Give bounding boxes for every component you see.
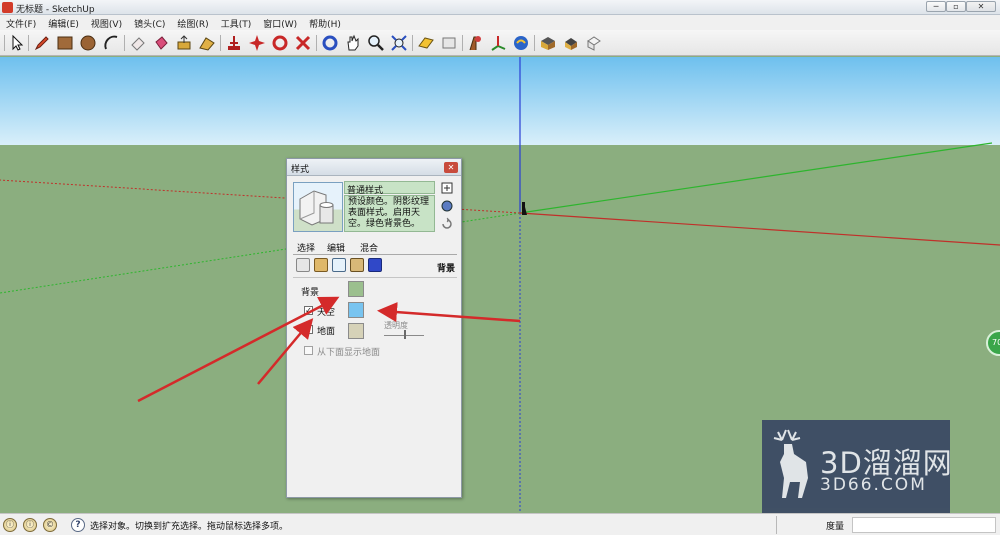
menu-camera[interactable]: 镜头(C) — [128, 15, 171, 30]
update-style-icon[interactable] — [440, 200, 454, 213]
refresh-icon[interactable] — [440, 217, 454, 230]
sky-checkbox[interactable]: ✓ — [304, 306, 313, 315]
sky-color-swatch[interactable] — [348, 302, 364, 318]
circle-icon[interactable] — [79, 34, 97, 52]
tab-bar-divider — [293, 254, 457, 255]
select-icon[interactable] — [8, 34, 26, 52]
text-icon[interactable] — [466, 34, 484, 52]
tab-select[interactable]: 选择 — [297, 241, 315, 254]
deer-icon — [773, 429, 808, 498]
menu-edit[interactable]: 编辑(E) — [42, 15, 85, 30]
styles-dialog: 样式 ✕ 普通样式 预设颜色。阴影纹理表面样式。启用天空。绿色背景色。 选择 编… — [286, 158, 462, 498]
title-bar: 无标题 - SketchUp ─ ▫ ✕ — [0, 0, 1000, 15]
offset-icon[interactable] — [294, 34, 312, 52]
close-button[interactable]: ✕ — [966, 1, 996, 12]
main-toolbar — [0, 30, 1000, 56]
orbit-icon[interactable] — [321, 34, 339, 52]
pencil-icon[interactable] — [33, 34, 51, 52]
green-axis-line — [519, 142, 993, 214]
follow-me-icon[interactable] — [198, 34, 216, 52]
status-bar: ⓘ ⓘ © ? 选择对象。切换到扩充选择。拖动鼠标选择多项。 度量 — [0, 513, 1000, 535]
styles-dialog-title: 样式 — [291, 165, 310, 175]
zoom-icon[interactable] — [367, 34, 385, 52]
style-description-field[interactable]: 预设颜色。阴影纹理表面样式。启用天空。绿色背景色。 — [344, 195, 435, 232]
style-name-field[interactable]: 普通样式 — [344, 181, 435, 196]
edge-settings-icon[interactable] — [296, 258, 310, 272]
menu-tools[interactable]: 工具(T) — [215, 15, 258, 30]
create-style-icon[interactable] — [440, 181, 454, 194]
section-divider — [293, 277, 457, 278]
menu-file[interactable]: 文件(F) — [0, 15, 42, 30]
rectangle-icon[interactable] — [56, 34, 74, 52]
menu-bar: 文件(F) 编辑(E) 视图(V) 镜头(C) 绘图(R) 工具(T) 窗口(W… — [0, 15, 1000, 30]
measurements-input[interactable] — [852, 517, 996, 533]
walk-icon[interactable] — [539, 34, 557, 52]
sky-label: 天空 — [317, 308, 336, 318]
position-camera-icon[interactable] — [512, 34, 530, 52]
watermark-logo: 3D溜溜网 3D66.COM — [762, 420, 952, 515]
menu-draw[interactable]: 绘图(R) — [171, 15, 214, 30]
measure-tape-icon[interactable] — [440, 34, 458, 52]
measurements-label: 度量 — [826, 522, 845, 532]
ground-label: 地面 — [317, 327, 336, 337]
ground-color-swatch[interactable] — [348, 323, 364, 339]
menu-window[interactable]: 窗口(W) — [257, 15, 303, 30]
geo-location-icon[interactable]: ⓘ — [3, 518, 17, 532]
tab-edit[interactable]: 编辑 — [327, 241, 345, 254]
eraser-icon[interactable] — [129, 34, 147, 52]
show-ground-below-checkbox[interactable] — [304, 346, 313, 355]
window-title: 无标题 - SketchUp — [16, 5, 95, 15]
background-label: 背景 — [301, 288, 320, 298]
background-settings-icon[interactable] — [332, 258, 346, 272]
styles-dialog-titlebar[interactable]: 样式 ✕ — [287, 159, 461, 176]
help-icon[interactable]: ? — [71, 518, 85, 532]
pan-icon[interactable] — [344, 34, 362, 52]
scale-icon[interactable] — [271, 34, 289, 52]
rotate-icon[interactable] — [248, 34, 266, 52]
arc-icon[interactable] — [102, 34, 120, 52]
axes-icon[interactable] — [489, 34, 507, 52]
status-divider — [776, 516, 777, 534]
background-section-heading: 背景 — [437, 264, 456, 274]
person-figure-icon — [522, 202, 527, 215]
tab-mix[interactable]: 混合 — [360, 241, 378, 254]
red-axis-line — [519, 212, 1000, 246]
modeling-settings-icon[interactable] — [368, 258, 382, 272]
face-settings-icon[interactable] — [314, 258, 328, 272]
maximize-button[interactable]: ▫ — [946, 1, 966, 12]
transparency-slider-thumb[interactable] — [404, 330, 406, 339]
sketchup-logo-icon — [2, 2, 13, 13]
ground-checkbox[interactable] — [304, 325, 313, 334]
move-icon[interactable] — [225, 34, 243, 52]
zoom-extents-icon[interactable] — [390, 34, 408, 52]
components-icon[interactable] — [585, 34, 603, 52]
styles-dialog-close-button[interactable]: ✕ — [444, 162, 458, 173]
push-pull-icon[interactable] — [175, 34, 193, 52]
credits-icon[interactable]: ⓘ — [23, 518, 37, 532]
background-color-swatch[interactable] — [348, 281, 364, 297]
minimize-button[interactable]: ─ — [926, 1, 946, 12]
paint-bucket-icon[interactable] — [152, 34, 170, 52]
user-icon[interactable]: © — [43, 518, 57, 532]
menu-help[interactable]: 帮助(H) — [303, 15, 347, 30]
status-text: 选择对象。切换到扩充选择。拖动鼠标选择多项。 — [90, 522, 289, 532]
look-around-icon[interactable] — [562, 34, 580, 52]
watermark-url: 3D66.COM — [820, 475, 927, 495]
menu-view[interactable]: 视图(V) — [85, 15, 128, 30]
style-thumbnail — [293, 182, 343, 232]
watermark-settings-icon[interactable] — [350, 258, 364, 272]
sketchup-window: 无标题 - SketchUp ─ ▫ ✕ 文件(F) 编辑(E) 视图(V) 镜… — [0, 0, 1000, 535]
section-plane-icon[interactable] — [417, 34, 435, 52]
show-ground-below-label: 从下面显示地面 — [317, 348, 381, 358]
